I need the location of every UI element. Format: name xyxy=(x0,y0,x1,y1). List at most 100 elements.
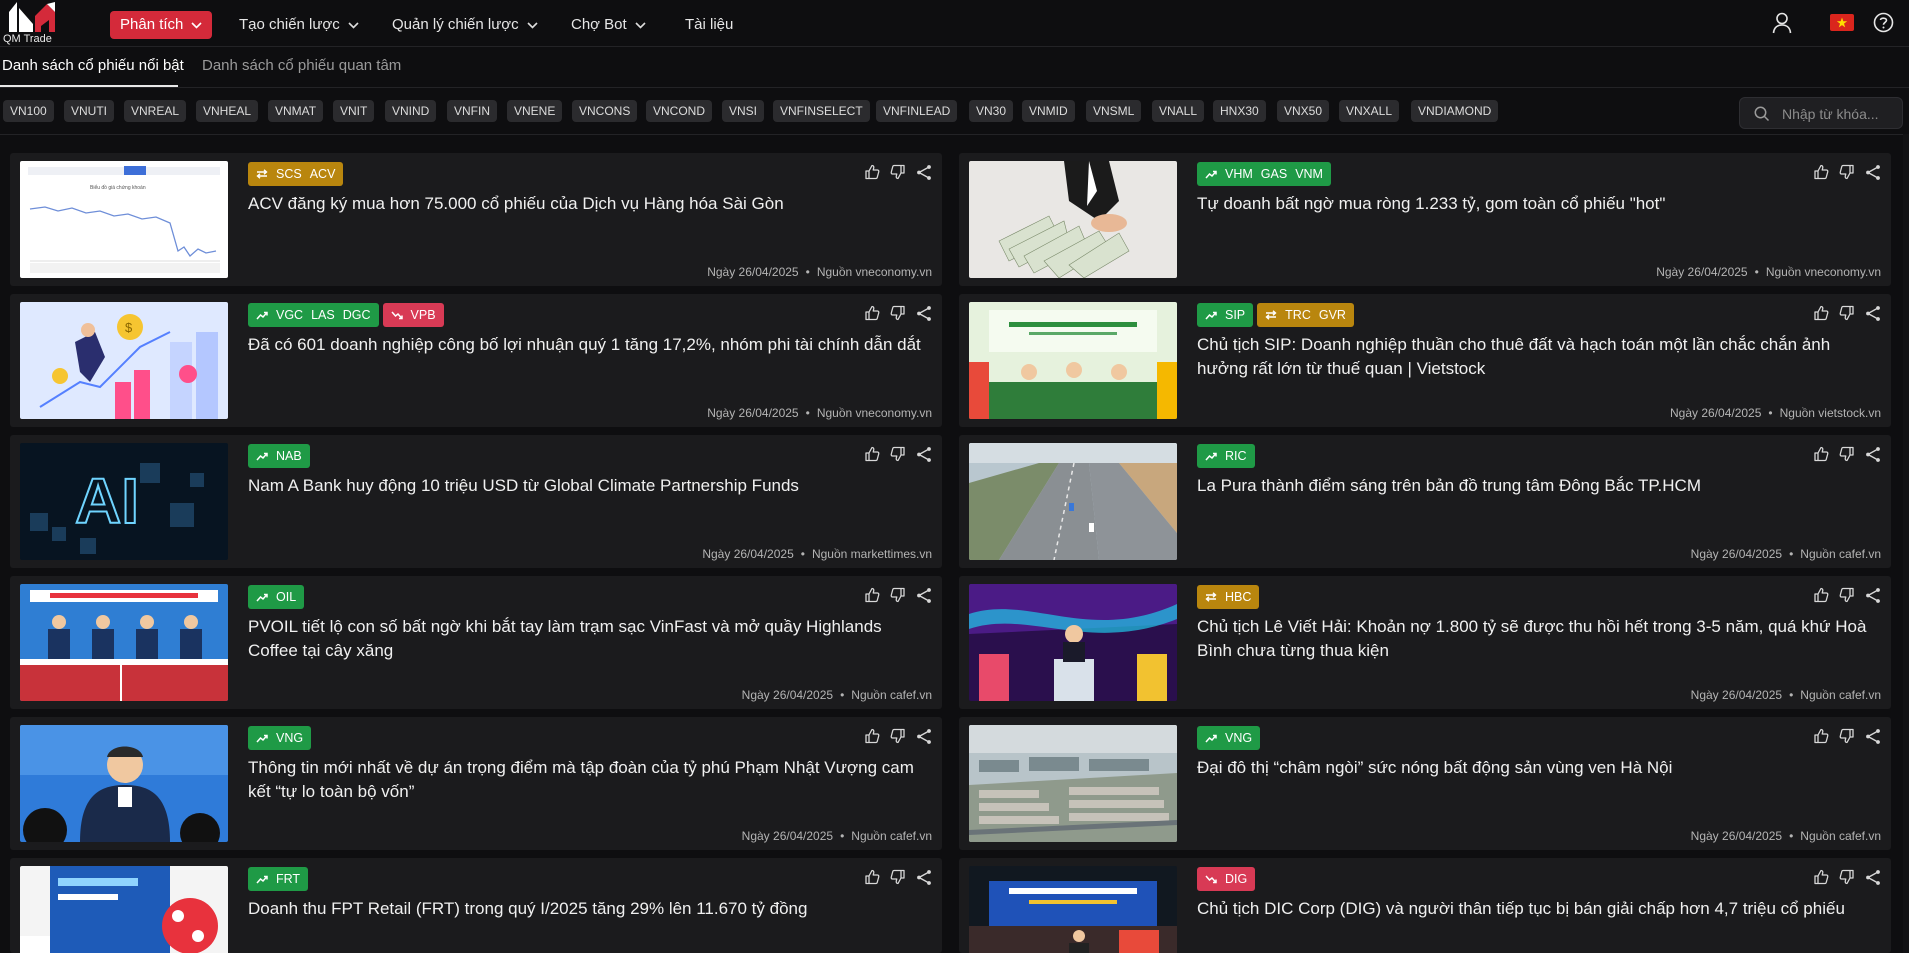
dislike-icon[interactable] xyxy=(1839,446,1855,467)
share-icon[interactable] xyxy=(916,305,932,326)
news-card[interactable]: RIC La Pura thành điểm sáng trên bản đồ t… xyxy=(959,435,1891,568)
index-chip[interactable]: VNFINLEAD xyxy=(876,100,958,122)
article-thumbnail[interactable] xyxy=(969,866,1177,953)
like-icon[interactable] xyxy=(1813,305,1829,326)
stock-tag-group[interactable]: FRT xyxy=(248,867,309,891)
stock-symbol[interactable]: SIP xyxy=(1225,308,1245,322)
dislike-icon[interactable] xyxy=(890,728,906,749)
stock-symbol[interactable]: VNG xyxy=(276,731,303,745)
index-chip[interactable]: VN100 xyxy=(3,100,54,122)
article-source[interactable]: Nguồn vneconomy.vn xyxy=(817,265,932,279)
stock-tag-group[interactable]: NAB xyxy=(248,444,310,468)
stock-tag-group[interactable]: HBC xyxy=(1197,585,1260,609)
like-icon[interactable] xyxy=(864,728,880,749)
stock-tag-group[interactable]: VGC LAS DGC xyxy=(248,303,379,327)
index-chip[interactable]: HNX30 xyxy=(1213,100,1266,122)
article-title[interactable]: Thông tin mới nhất về dự án trọng điểm m… xyxy=(248,756,928,804)
news-card[interactable]: AI NAB Nam A Bank huy động 10 triệu USD từ… xyxy=(10,435,942,568)
news-card[interactable]: HBC Chủ tịch Lê Viết Hải: Khoản nợ 1.800 … xyxy=(959,576,1891,709)
share-icon[interactable] xyxy=(916,869,932,890)
news-card[interactable]: SIP TRC GVR Chủ tịch SIP: Doanh nghiệp thuầ… xyxy=(959,294,1891,427)
nav-tao-chien-luoc[interactable]: Tạo chiến lược xyxy=(239,11,359,39)
article-source[interactable]: Nguồn markettimes.vn xyxy=(812,547,932,561)
like-icon[interactable] xyxy=(1813,869,1829,890)
news-card[interactable]: OIL PVOIL tiết lộ con số bất ngờ khi bắt … xyxy=(10,576,942,709)
stock-symbol[interactable]: ACV xyxy=(310,167,336,181)
like-icon[interactable] xyxy=(1813,164,1829,185)
article-thumbnail[interactable] xyxy=(969,443,1177,560)
index-chip[interactable]: VNIT xyxy=(333,100,375,122)
index-chip[interactable]: VNALL xyxy=(1152,100,1205,122)
share-icon[interactable] xyxy=(1865,164,1881,185)
vietnam-flag-icon[interactable] xyxy=(1830,14,1854,36)
dislike-icon[interactable] xyxy=(1839,728,1855,749)
nav-quan-ly-chien-luoc[interactable]: Quản lý chiến lược xyxy=(392,11,538,39)
article-thumbnail[interactable] xyxy=(969,161,1177,278)
nav-phan-tich[interactable]: Phân tích xyxy=(110,11,213,39)
article-thumbnail[interactable] xyxy=(20,866,228,953)
stock-symbol[interactable]: DGC xyxy=(343,308,371,322)
like-icon[interactable] xyxy=(1813,728,1829,749)
article-source[interactable]: Nguồn vneconomy.vn xyxy=(817,406,932,420)
index-chip[interactable]: VNHEAL xyxy=(196,100,259,122)
article-title[interactable]: Nam A Bank huy động 10 triệu USD từ Glob… xyxy=(248,474,928,498)
article-title[interactable]: Tự doanh bất ngờ mua ròng 1.233 tỷ, gom … xyxy=(1197,192,1877,216)
stock-tag-group[interactable]: VHM GAS VNM xyxy=(1197,162,1331,186)
index-chip[interactable]: VNXALL xyxy=(1339,100,1400,122)
share-icon[interactable] xyxy=(916,164,932,185)
logo[interactable]: QM Trade xyxy=(3,2,59,45)
stock-symbol[interactable]: NAB xyxy=(276,449,302,463)
dislike-icon[interactable] xyxy=(890,446,906,467)
article-thumbnail[interactable] xyxy=(969,584,1177,701)
article-title[interactable]: Đại đô thị “châm ngòi” sức nóng bất động… xyxy=(1197,756,1877,780)
stock-symbol[interactable]: GVR xyxy=(1319,308,1346,322)
index-chip[interactable]: VNREAL xyxy=(124,100,187,122)
article-source[interactable]: Nguồn cafef.vn xyxy=(1800,547,1881,561)
stock-symbol[interactable]: LAS xyxy=(311,308,335,322)
news-card[interactable]: DIG Chủ tịch DIC Corp (DIG) và người thân… xyxy=(959,858,1891,953)
news-card[interactable]: VNG Thông tin mới nhất về dự án trọng điể… xyxy=(10,717,942,850)
dislike-icon[interactable] xyxy=(1839,869,1855,890)
article-source[interactable]: Nguồn cafef.vn xyxy=(1800,829,1881,843)
index-chip[interactable]: VNMID xyxy=(1022,100,1075,122)
index-chip[interactable]: VNUTI xyxy=(64,100,114,122)
stock-tag-group[interactable]: RIC xyxy=(1197,444,1255,468)
share-icon[interactable] xyxy=(1865,587,1881,608)
article-thumbnail[interactable]: AI xyxy=(20,443,228,560)
article-thumbnail[interactable] xyxy=(20,725,228,842)
share-icon[interactable] xyxy=(916,587,932,608)
stock-tag-group[interactable]: DIG xyxy=(1197,867,1256,891)
share-icon[interactable] xyxy=(916,728,932,749)
stock-symbol[interactable]: TRC xyxy=(1285,308,1311,322)
dislike-icon[interactable] xyxy=(890,164,906,185)
index-chip[interactable]: VNENE xyxy=(507,100,563,122)
index-chip[interactable]: VNCOND xyxy=(646,100,713,122)
index-chip[interactable]: VNSML xyxy=(1086,100,1142,122)
stock-tag-group[interactable]: VNG xyxy=(1197,726,1261,750)
like-icon[interactable] xyxy=(1813,446,1829,467)
dislike-icon[interactable] xyxy=(1839,305,1855,326)
article-title[interactable]: Chủ tịch Lê Viết Hải: Khoản nợ 1.800 tỷ … xyxy=(1197,615,1877,663)
index-chip[interactable]: VN30 xyxy=(969,100,1014,122)
dislike-icon[interactable] xyxy=(1839,587,1855,608)
article-title[interactable]: La Pura thành điểm sáng trên bản đồ trun… xyxy=(1197,474,1877,498)
stock-tag-group[interactable]: VPB xyxy=(382,303,444,327)
stock-symbol[interactable]: VNM xyxy=(1295,167,1323,181)
help-icon[interactable] xyxy=(1873,12,1894,38)
article-title[interactable]: Chủ tịch DIC Corp (DIG) và người thân ti… xyxy=(1197,897,1877,921)
article-source[interactable]: Nguồn cafef.vn xyxy=(851,688,932,702)
article-title[interactable]: Đã có 601 doanh nghiệp công bố lợi nhuận… xyxy=(248,333,928,357)
index-chip[interactable]: VNX50 xyxy=(1277,100,1330,122)
index-chip[interactable]: VNDIAMOND xyxy=(1411,100,1499,122)
article-title[interactable]: ACV đăng ký mua hơn 75.000 cổ phiếu của … xyxy=(248,192,928,216)
article-source[interactable]: Nguồn vneconomy.vn xyxy=(1766,265,1881,279)
index-chip[interactable]: VNSI xyxy=(722,100,765,122)
index-chip[interactable]: VNFIN xyxy=(447,100,497,122)
stock-symbol[interactable]: FRT xyxy=(276,872,300,886)
stock-symbol[interactable]: VPB xyxy=(411,308,436,322)
nav-tai-lieu[interactable]: Tài liệu xyxy=(685,11,733,39)
article-thumbnail[interactable] xyxy=(969,302,1177,419)
stock-tag-group[interactable]: TRC GVR xyxy=(1257,303,1354,327)
stock-symbol[interactable]: VGC xyxy=(276,308,303,322)
article-thumbnail[interactable] xyxy=(969,725,1177,842)
